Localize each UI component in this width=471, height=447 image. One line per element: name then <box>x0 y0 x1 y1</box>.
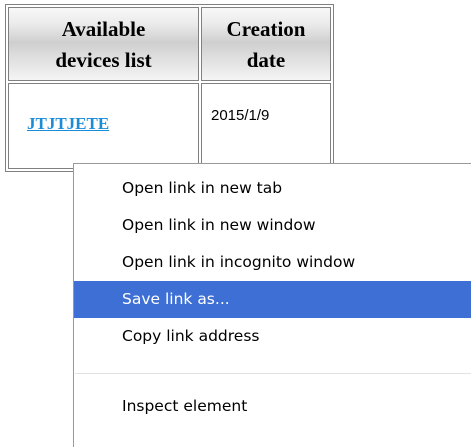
header-creation-date: Creation date <box>201 7 331 81</box>
header-available-devices: Available devices list <box>8 7 199 81</box>
menu-item-open-incognito[interactable]: Open link in incognito window <box>74 244 471 281</box>
context-menu: Open link in new tab Open link in new wi… <box>73 163 471 447</box>
menu-item-open-new-tab[interactable]: Open link in new tab <box>74 170 471 207</box>
header-devices-line1: Available <box>61 17 146 41</box>
menu-item-copy-link-address[interactable]: Copy link address <box>74 318 471 355</box>
table-header-row: Available devices list Creation date <box>8 7 331 81</box>
header-date-line1: Creation <box>226 17 306 41</box>
table-row: JTJTJETE 2015/1/9 <box>8 83 331 169</box>
device-link[interactable]: JTJTJETE <box>27 114 109 134</box>
devices-table: Available devices list Creation date JTJ… <box>5 4 334 172</box>
header-date-line2: date <box>246 48 286 72</box>
device-cell: JTJTJETE <box>8 83 199 169</box>
menu-separator <box>75 373 471 374</box>
menu-item-inspect-element[interactable]: Inspect element <box>74 388 471 425</box>
menu-item-open-new-window[interactable]: Open link in new window <box>74 207 471 244</box>
header-devices-line2: devices list <box>55 48 152 72</box>
date-cell: 2015/1/9 <box>201 83 331 169</box>
menu-item-save-link-as[interactable]: Save link as... <box>74 281 471 318</box>
creation-date-value: 2015/1/9 <box>211 107 270 124</box>
